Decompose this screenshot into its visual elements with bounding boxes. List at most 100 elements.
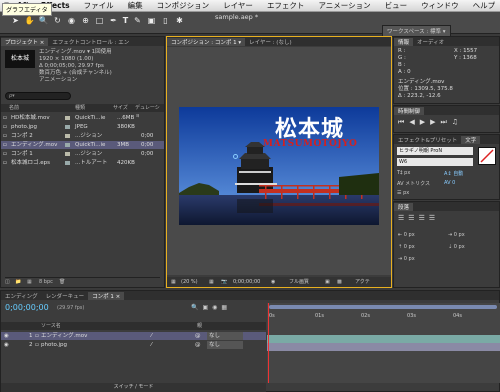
layer-row[interactable]: ◉ 1 ▫ エンディング.mov ⁄ @ なし (1, 332, 266, 340)
project-item[interactable]: ▫ コンポ 1 ...ジション 0;00 (1, 150, 164, 158)
region-icon[interactable]: ▣ (325, 277, 330, 287)
col-name[interactable]: 名前 (9, 104, 19, 112)
label-color-swatch[interactable] (65, 152, 70, 156)
project-search-input[interactable]: ρ▾ (5, 92, 71, 100)
col-size[interactable]: サイズ (113, 104, 128, 112)
space-after-field[interactable]: ⇣ 0 px (448, 244, 465, 250)
anchor-point-icon[interactable] (233, 154, 238, 159)
brush-tool-icon[interactable]: ✎ (132, 15, 143, 26)
zoom-level[interactable]: (20 %) (181, 277, 198, 287)
pen-tool-icon[interactable]: ✒ (108, 15, 119, 26)
audio-icon[interactable]: ♫ (452, 118, 463, 126)
snapshot-icon[interactable]: ◉ (271, 277, 275, 287)
tab-time-control[interactable]: 時間制御 (394, 106, 425, 115)
leading-field[interactable]: A↕ 自動 (444, 170, 463, 177)
rotate-tool-icon[interactable]: ↻ (52, 15, 63, 26)
grid-icon[interactable]: ▦ (209, 277, 214, 287)
tab-layer[interactable]: レイヤー : (なし) (245, 38, 295, 46)
camera-tool-icon[interactable]: ◉ (66, 15, 77, 26)
new-comp-icon[interactable]: ▦ (27, 279, 32, 285)
menu-help[interactable]: ヘルプ (473, 0, 496, 11)
align-center-icon[interactable]: ☰ (408, 214, 418, 222)
comp-viewer[interactable]: 松本城 MATSUMOTOJYO (167, 47, 391, 275)
tab-comp1[interactable]: コンポ 1 × (88, 291, 125, 300)
visibility-icon[interactable]: ◉ (4, 341, 9, 349)
space-before-field[interactable]: ⇡ 0 px (398, 244, 415, 250)
hand-tool-icon[interactable]: ✋ (24, 15, 35, 26)
menu-composition[interactable]: コンポジション (157, 0, 210, 11)
first-line-field[interactable]: ⇥ 0 px (398, 256, 415, 262)
visibility-icon[interactable]: ◉ (4, 332, 9, 340)
label-color-swatch[interactable] (65, 116, 70, 120)
trash-icon[interactable]: 🗑 (59, 279, 65, 285)
comp-subtitle-text[interactable]: MATSUMOTOJYO (263, 139, 357, 149)
tab-effect-controls[interactable]: エフェクトコントロール : エン (48, 38, 133, 46)
project-item[interactable]: ▫ HD松本城.mov QuickTi...ie ...6MB (1, 114, 164, 122)
font-family-select[interactable]: ヒラギノ明朝 ProN (397, 147, 473, 155)
layer-row[interactable]: ◉ 2 ▫ photo.jpg ⁄ @ なし (1, 341, 266, 349)
active-camera-select[interactable]: アクテ (355, 277, 370, 287)
timeline-timecode[interactable]: 0;00;00;00 (5, 303, 49, 312)
bpc-label[interactable]: 8 bpc (39, 279, 53, 285)
project-item[interactable]: ▫ エンディング.mov QuickTi...ie 3MB 0;00 (1, 141, 164, 149)
next-frame-icon[interactable]: ▶ (430, 118, 440, 126)
kerning-field[interactable]: AV メトリクス (397, 180, 430, 187)
tab-character[interactable]: 文字 (461, 135, 481, 144)
search-icon[interactable]: 🔍 (191, 304, 202, 311)
tab-effects-presets[interactable]: エフェクト&プリセット (394, 136, 461, 144)
graph-editor-icon[interactable]: ▦ (221, 304, 231, 311)
switches-modes-toggle[interactable]: スイッチ / モード (1, 383, 266, 392)
interpret-icon[interactable]: ◫ (5, 279, 10, 285)
tab-render-queue[interactable]: レンダーキュー (42, 292, 89, 300)
current-time-indicator[interactable] (268, 303, 269, 383)
font-size-field[interactable]: T‡ px (397, 170, 410, 176)
camera-icon[interactable]: 📷 (221, 277, 227, 287)
tab-paragraph[interactable]: 段落 (394, 202, 414, 211)
tab-project[interactable]: プロジェクト × (1, 37, 49, 46)
pickwhip-icon[interactable]: @ (195, 341, 201, 349)
layer-bar-2[interactable] (267, 343, 500, 351)
tab-composition[interactable]: コンポジション : コンポ 1 ▾ (167, 37, 246, 46)
zoom-tool-icon[interactable]: 🔍 (38, 15, 49, 26)
transparency-icon[interactable]: ▩ (337, 277, 342, 287)
work-area-bar[interactable] (269, 305, 497, 309)
time-ruler[interactable]: 0s 01s 02s 03s 04s (267, 313, 500, 323)
label-color-swatch[interactable] (65, 125, 70, 129)
pickwhip-icon[interactable]: @ (195, 332, 201, 340)
comp-mini-icon[interactable]: ▣ (202, 304, 212, 311)
stroke-width-field[interactable]: ☰ px (397, 190, 409, 196)
layer-switch-icon[interactable]: ⁄ (151, 341, 152, 349)
align-left-icon[interactable]: ☰ (398, 214, 408, 222)
fill-color-swatch[interactable] (478, 147, 496, 165)
eraser-tool-icon[interactable]: ▯ (160, 15, 171, 26)
layer-switch-icon[interactable]: ⁄ (151, 332, 152, 340)
menu-view[interactable]: ビュー (385, 0, 408, 11)
last-frame-icon[interactable]: ⏭ (440, 118, 451, 126)
col-type[interactable]: 種類 (75, 104, 85, 112)
play-icon[interactable]: ▶ (420, 118, 430, 126)
justify-icon[interactable]: ☰ (429, 214, 439, 222)
quality-select[interactable]: フル画質 (289, 277, 309, 287)
project-item[interactable]: ▫ コンポ 2 ...ジション 0;00 (1, 132, 164, 140)
project-item[interactable]: ▫ 松本城ロゴ.eps ...トルアート 420KB (1, 159, 164, 167)
menu-file[interactable]: ファイル (84, 0, 114, 11)
label-color-swatch[interactable] (65, 161, 70, 165)
stamp-tool-icon[interactable]: ▣ (146, 15, 157, 26)
menu-layer[interactable]: レイヤー (223, 0, 253, 11)
selection-tool-icon[interactable]: ➤ (10, 15, 21, 26)
label-color-swatch[interactable] (65, 143, 70, 147)
col-source[interactable]: ソース名 (41, 322, 61, 330)
menu-window[interactable]: ウィンドウ (421, 0, 459, 11)
menu-animation[interactable]: アニメーション (318, 0, 370, 11)
tab-info[interactable]: 情報 (394, 37, 414, 46)
menu-edit[interactable]: 編集 (128, 0, 143, 11)
tab-ending[interactable]: エンディング (1, 292, 42, 300)
menu-effect[interactable]: エフェクト (267, 0, 305, 11)
time-graph[interactable]: 0s 01s 02s 03s 04s (267, 303, 500, 383)
parent-select[interactable]: なし (207, 332, 243, 340)
rectangle-tool-icon[interactable]: □ (94, 15, 105, 26)
project-item[interactable]: ▫ photo.jpg JPEG 380KB (1, 123, 164, 131)
puppet-tool-icon[interactable]: ✱ (174, 15, 185, 26)
tab-audio[interactable]: オーディオ (413, 38, 448, 46)
col-parent[interactable]: 親 (197, 322, 202, 330)
